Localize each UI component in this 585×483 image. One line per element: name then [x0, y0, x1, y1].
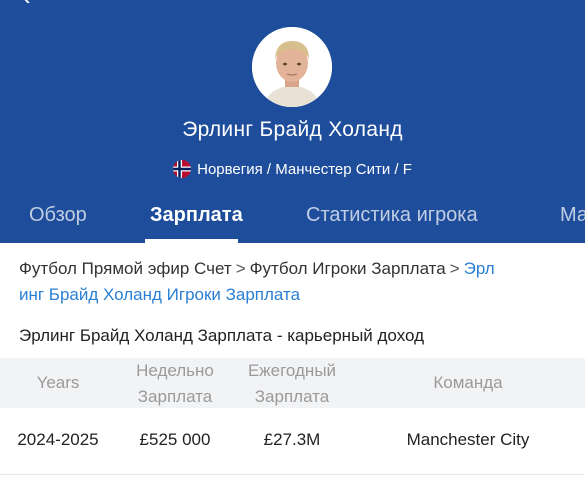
- header-team: Команда: [433, 373, 503, 392]
- player-country-club-position: Норвегия / Манчестер Сити / F: [197, 160, 412, 178]
- salary-table-header: Years Недельно Зарплата Ежегодный Зарпла…: [0, 358, 585, 408]
- header-yearly: Ежегодный Зарплата: [237, 358, 347, 410]
- table-row: 2024-2025 £525 000 £27.3M Manchester Cit…: [0, 408, 585, 475]
- cell-weekly: £525 000: [139, 430, 211, 449]
- header-years: Years: [36, 373, 80, 392]
- chevron-right-icon: >: [235, 259, 246, 278]
- cell-yearly: £27.3M: [263, 430, 321, 449]
- header-weekly-line2: Зарплата: [137, 387, 213, 406]
- chevron-right-icon: >: [449, 259, 460, 278]
- tab-more[interactable]: Ма: [560, 204, 585, 227]
- player-name: Эрлинг Брайд Холанд: [182, 118, 403, 141]
- header-weekly: Недельно Зарплата: [125, 358, 225, 410]
- tab-overview[interactable]: Обзор: [29, 204, 87, 227]
- player-info: Норвегия / Манчестер Сити / F: [0, 160, 585, 178]
- active-tab-indicator: [145, 239, 238, 243]
- header-weekly-line1: Недельно: [136, 361, 214, 380]
- avatar: [252, 27, 332, 107]
- tab-salary[interactable]: Зарплата: [150, 204, 243, 227]
- back-arrow-icon[interactable]: ‹: [22, 0, 42, 9]
- player-header: ‹ Эрлинг Брайд Холанд Норвегия / Манчест…: [0, 0, 585, 243]
- tab-bar: Обзор Зарплата Статистика игрока Ма: [0, 200, 585, 243]
- section-title: Эрлинг Брайд Холанд Зарплата - карьерный…: [19, 326, 425, 345]
- norway-flag-icon: [173, 160, 192, 178]
- header-yearly-line1: Ежегодный: [247, 361, 337, 380]
- header-yearly-line2: Зарплата: [254, 387, 330, 406]
- breadcrumb-item-football-live[interactable]: Футбол Прямой эфир Счет: [19, 259, 232, 278]
- breadcrumb: Футбол Прямой эфир Счет > Футбол Игроки За…: [19, 256, 579, 308]
- cell-years: 2024-2025: [17, 430, 99, 449]
- breadcrumb-item-players-salary[interactable]: Футбол Игроки Зарплата: [250, 259, 446, 278]
- breadcrumb-item-current-cont[interactable]: инг Брайд Холанд Игроки Зарплата: [19, 285, 300, 304]
- tab-player-stats[interactable]: Статистика игрока: [306, 204, 478, 227]
- breadcrumb-item-current[interactable]: Эрл: [464, 259, 495, 278]
- cell-team[interactable]: Manchester City: [390, 430, 546, 450]
